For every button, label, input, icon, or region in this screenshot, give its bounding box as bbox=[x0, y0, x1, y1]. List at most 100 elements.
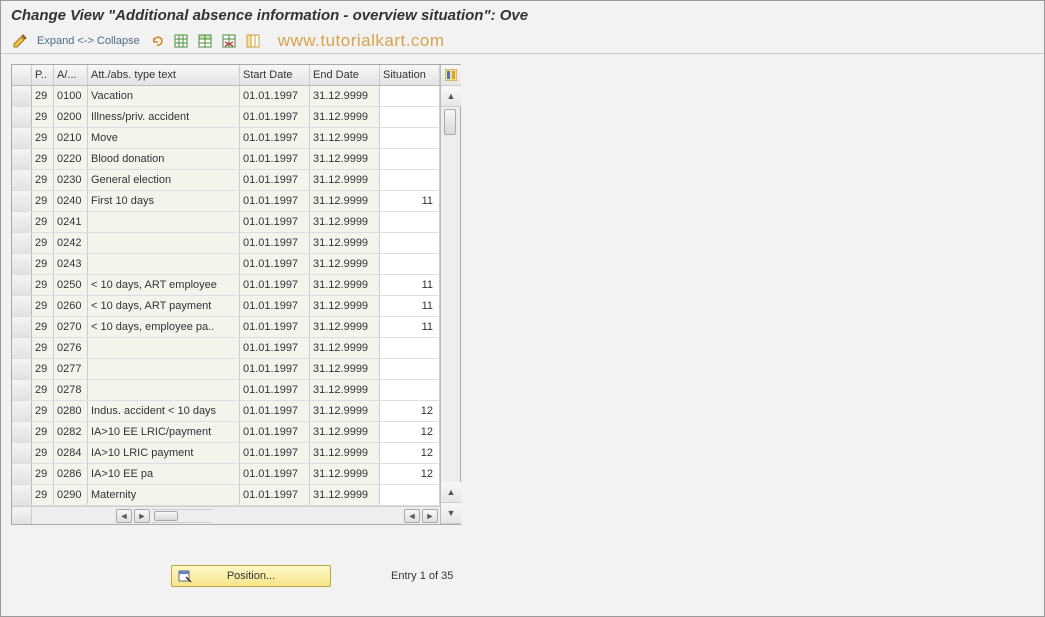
table-row[interactable]: 290220Blood donation01.01.199731.12.9999 bbox=[12, 149, 440, 170]
cell-a: 0200 bbox=[54, 107, 88, 127]
table-row[interactable]: 290286IA>10 EE pa01.01.199731.12.999912 bbox=[12, 464, 440, 485]
page-title: Change View "Additional absence informat… bbox=[1, 1, 1044, 28]
cell-situation[interactable] bbox=[380, 212, 440, 232]
row-selector[interactable] bbox=[12, 86, 32, 106]
row-selector[interactable] bbox=[12, 359, 32, 379]
table-row[interactable]: 290284IA>10 LRIC payment01.01.199731.12.… bbox=[12, 443, 440, 464]
cell-text: IA>10 LRIC payment bbox=[88, 443, 240, 463]
cell-situation[interactable] bbox=[380, 86, 440, 106]
cell-situation[interactable]: 11 bbox=[380, 296, 440, 316]
row-selector[interactable] bbox=[12, 380, 32, 400]
table-row[interactable]: 290282IA>10 EE LRIC/payment01.01.199731.… bbox=[12, 422, 440, 443]
scroll-left-icon[interactable]: ◄ bbox=[116, 509, 132, 523]
table-row[interactable]: 290210Move01.01.199731.12.9999 bbox=[12, 128, 440, 149]
column-icon[interactable] bbox=[244, 32, 262, 50]
cell-p: 29 bbox=[32, 485, 54, 505]
cell-p: 29 bbox=[32, 128, 54, 148]
scroll-left2-icon[interactable]: ◄ bbox=[404, 509, 420, 523]
hscroll-thumb[interactable] bbox=[154, 511, 178, 521]
row-selector[interactable] bbox=[12, 275, 32, 295]
table-row[interactable]: 290290Maternity01.01.199731.12.9999 bbox=[12, 485, 440, 506]
position-button[interactable]: Position... bbox=[171, 565, 331, 587]
cell-p: 29 bbox=[32, 464, 54, 484]
table-row[interactable]: 29024201.01.199731.12.9999 bbox=[12, 233, 440, 254]
vscroll-thumb[interactable] bbox=[444, 109, 456, 135]
scroll-up2-icon[interactable]: ▲ bbox=[441, 482, 461, 503]
table-row[interactable]: 290270< 10 days, employee pa..01.01.1997… bbox=[12, 317, 440, 338]
header-end[interactable]: End Date bbox=[310, 65, 380, 85]
header-situation[interactable]: Situation bbox=[380, 65, 440, 85]
table-select-icon[interactable] bbox=[196, 32, 214, 50]
cell-situation[interactable]: 11 bbox=[380, 317, 440, 337]
table-row[interactable]: 29027801.01.199731.12.9999 bbox=[12, 380, 440, 401]
table-row[interactable]: 29024101.01.199731.12.9999 bbox=[12, 212, 440, 233]
cell-situation[interactable] bbox=[380, 485, 440, 505]
cell-situation[interactable] bbox=[380, 338, 440, 358]
cell-situation[interactable] bbox=[380, 359, 440, 379]
row-selector[interactable] bbox=[12, 464, 32, 484]
cell-situation[interactable] bbox=[380, 170, 440, 190]
table-row[interactable]: 29027601.01.199731.12.9999 bbox=[12, 338, 440, 359]
cell-a: 0230 bbox=[54, 170, 88, 190]
row-selector[interactable] bbox=[12, 149, 32, 169]
cell-situation[interactable]: 12 bbox=[380, 401, 440, 421]
table-row[interactable]: 290280Indus. accident < 10 days01.01.199… bbox=[12, 401, 440, 422]
row-selector[interactable] bbox=[12, 191, 32, 211]
table-icon[interactable] bbox=[172, 32, 190, 50]
vscroll-track[interactable] bbox=[441, 107, 460, 482]
row-selector[interactable] bbox=[12, 296, 32, 316]
scroll-up-icon[interactable]: ▲ bbox=[441, 86, 461, 107]
row-selector[interactable] bbox=[12, 317, 32, 337]
cell-situation[interactable]: 12 bbox=[380, 443, 440, 463]
row-selector[interactable] bbox=[12, 485, 32, 505]
header-select[interactable] bbox=[12, 65, 32, 85]
cell-text: IA>10 EE LRIC/payment bbox=[88, 422, 240, 442]
table-deselect-icon[interactable] bbox=[220, 32, 238, 50]
cell-p: 29 bbox=[32, 296, 54, 316]
cell-situation[interactable] bbox=[380, 380, 440, 400]
cell-situation[interactable]: 11 bbox=[380, 275, 440, 295]
header-start[interactable]: Start Date bbox=[240, 65, 310, 85]
expand-collapse-button[interactable]: Expand <-> Collapse bbox=[35, 35, 142, 47]
row-selector[interactable] bbox=[12, 170, 32, 190]
scroll-down-icon[interactable]: ▼ bbox=[441, 503, 461, 524]
cell-situation[interactable] bbox=[380, 233, 440, 253]
row-selector[interactable] bbox=[12, 233, 32, 253]
table-row[interactable]: 290240First 10 days01.01.199731.12.99991… bbox=[12, 191, 440, 212]
pencil-icon[interactable] bbox=[11, 32, 29, 50]
cell-situation[interactable] bbox=[380, 149, 440, 169]
table-row[interactable]: 290200Illness/priv. accident01.01.199731… bbox=[12, 107, 440, 128]
row-selector[interactable] bbox=[12, 254, 32, 274]
header-p[interactable]: P.. bbox=[32, 65, 54, 85]
table-row[interactable]: 29027701.01.199731.12.9999 bbox=[12, 359, 440, 380]
row-selector[interactable] bbox=[12, 128, 32, 148]
table-row[interactable]: 29024301.01.199731.12.9999 bbox=[12, 254, 440, 275]
scroll-right2-icon[interactable]: ► bbox=[422, 509, 438, 523]
row-selector[interactable] bbox=[12, 107, 32, 127]
cell-situation[interactable]: 12 bbox=[380, 464, 440, 484]
cell-situation[interactable] bbox=[380, 128, 440, 148]
table-row[interactable]: 290100Vacation01.01.199731.12.9999 bbox=[12, 86, 440, 107]
cell-text: < 10 days, employee pa.. bbox=[88, 317, 240, 337]
cell-situation[interactable]: 11 bbox=[380, 191, 440, 211]
scroll-right-icon[interactable]: ► bbox=[134, 509, 150, 523]
row-selector[interactable] bbox=[12, 338, 32, 358]
header-text[interactable]: Att./abs. type text bbox=[88, 65, 240, 85]
undo-icon[interactable] bbox=[148, 32, 166, 50]
row-selector[interactable] bbox=[12, 212, 32, 232]
cell-end: 31.12.9999 bbox=[310, 317, 380, 337]
cell-situation[interactable] bbox=[380, 107, 440, 127]
cell-situation[interactable] bbox=[380, 254, 440, 274]
hscroll-track-text[interactable] bbox=[152, 509, 212, 523]
cell-start: 01.01.1997 bbox=[240, 485, 310, 505]
row-selector[interactable] bbox=[12, 422, 32, 442]
table-row[interactable]: 290230General election01.01.199731.12.99… bbox=[12, 170, 440, 191]
cell-situation[interactable]: 12 bbox=[380, 422, 440, 442]
row-selector[interactable] bbox=[12, 443, 32, 463]
header-a[interactable]: A/... bbox=[54, 65, 88, 85]
table-row[interactable]: 290250< 10 days, ART employee01.01.19973… bbox=[12, 275, 440, 296]
configure-columns-icon[interactable] bbox=[441, 65, 461, 86]
row-selector[interactable] bbox=[12, 401, 32, 421]
cell-start: 01.01.1997 bbox=[240, 338, 310, 358]
table-row[interactable]: 290260< 10 days, ART payment01.01.199731… bbox=[12, 296, 440, 317]
